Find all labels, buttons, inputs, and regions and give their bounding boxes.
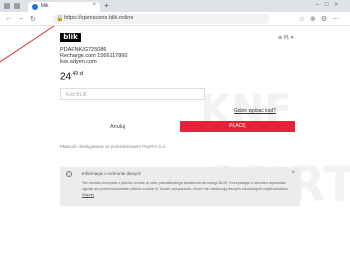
tab-actions-icon[interactable] [14,3,20,9]
tab-title: blik [41,3,49,9]
alert-body: Ten serwis korzysta z plików cookie w ce… [82,180,289,197]
window-menu-icon[interactable] [4,3,10,9]
lock-icon: 🔒 [56,16,64,22]
provider-note: Płatność obsługiwana za pośrednictwem Pa… [60,144,167,149]
back-icon[interactable]: ← [5,15,12,22]
pay-button[interactable]: PŁACĘ [180,121,295,132]
browser-tab[interactable]: blik × [28,2,100,12]
browser-toolbar-icons[interactable]: ☆⊕⚙⋯ [299,15,344,23]
blik-code-input[interactable]: Kod BLIK [60,88,205,100]
browser-tabbar: blik × + –□× [0,0,350,12]
where-code-link[interactable]: Gdzie wpisać kod? [234,108,276,114]
payment-page: KNF CSIRT blik ⊕ PL ▾ PDAFNK/G725086 Rec… [0,27,350,279]
alert-title: Informacje o ochronie danych [82,171,142,176]
new-tab-icon[interactable]: + [104,1,109,10]
cancel-button[interactable]: Anuluj [110,124,125,130]
reload-icon[interactable]: ↻ [30,15,36,23]
merchant-domain: live.adyen.com [60,59,97,65]
payment-amount: 24,49 zł [60,71,84,83]
info-icon: i [66,171,72,177]
blik-logo: blik [60,33,81,42]
address-url: https://openscene.blik.online [64,15,134,21]
address-bar[interactable]: 🔒 https://openscene.blik.online [52,14,270,24]
cookie-alert: i Informacje o ochronie danych × Ten ser… [60,167,300,206]
language-selector[interactable]: ⊕ PL ▾ [278,35,293,41]
window-controls[interactable]: –□× [316,2,344,8]
tab-close-icon[interactable]: × [92,2,96,8]
close-icon[interactable]: × [291,170,295,176]
forward-icon[interactable]: → [17,15,24,22]
blik-code-placeholder: Kod BLIK [66,92,88,98]
more-link[interactable]: Więcej [82,192,94,197]
tab-favicon-icon [32,4,38,10]
